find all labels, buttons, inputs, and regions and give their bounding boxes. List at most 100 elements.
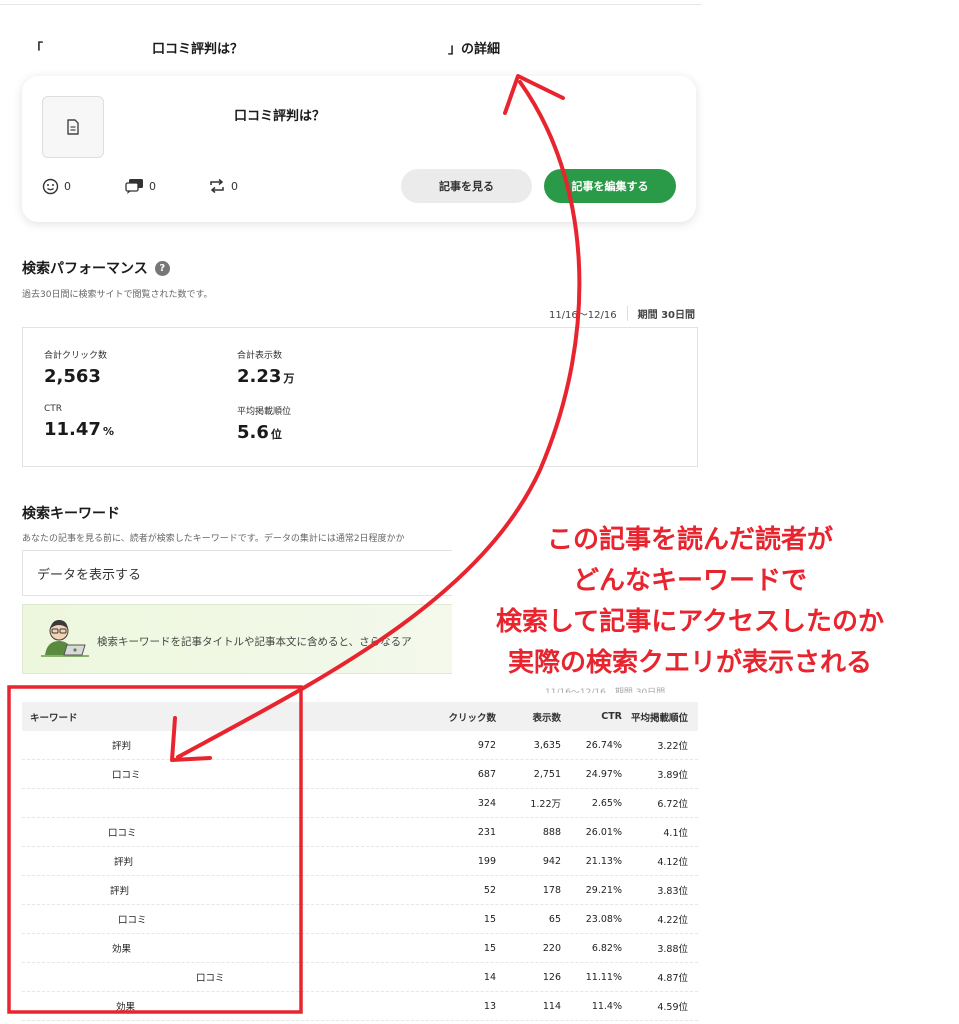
repost-count: 0 — [208, 178, 238, 194]
article-card: 口コミ評判は？ 0 0 0 記事を見る 記事を編集する — [22, 76, 696, 222]
row-rank: 3.89位 — [657, 770, 688, 781]
table-row: 口コミ 15 65 23.08% 4.22位 — [22, 905, 698, 934]
document-icon — [67, 119, 79, 135]
row-impressions: 126 — [542, 971, 561, 983]
page-title: 「 口コミ評判は？ 」の詳細 — [30, 38, 710, 58]
row-rank: 3.22位 — [657, 741, 688, 752]
performance-subtitle: 過去30日間に検索サイトで閲覧された数です。 — [22, 290, 213, 300]
annotation-line: 実際の検索クエリが表示される — [507, 648, 872, 678]
column-rank[interactable]: 平均掲載順位 — [622, 710, 698, 724]
mascot-illustration — [41, 620, 89, 657]
column-ctr[interactable]: CTR — [561, 711, 622, 722]
metric-label: CTR — [44, 404, 63, 414]
row-ctr: 24.97% — [585, 768, 622, 780]
keyword-table: キーワード クリック数 表示数 CTR 平均掲載順位 評判 972 3,635 … — [22, 702, 698, 1021]
row-clicks: 231 — [477, 826, 496, 838]
table-row: 口コミ 231 888 26.01% 4.1位 — [22, 818, 698, 847]
period-range: 11/16〜12/16 — [548, 310, 617, 321]
like-count-value: 0 — [64, 180, 71, 193]
comment-count: 0 — [125, 178, 156, 194]
repost-count-value: 0 — [231, 179, 238, 193]
title-suffix: 」の詳細 — [448, 42, 501, 57]
row-keyword: 口コミ — [196, 973, 225, 984]
table-row: 評判 52 178 29.21% 3.83位 — [22, 876, 698, 905]
edit-article-button[interactable]: 記事を編集する — [544, 169, 676, 203]
table-row: 効果 15 220 6.82% 3.88位 — [22, 934, 698, 963]
metric-value: 5.6 位 — [237, 422, 282, 443]
article-thumbnail — [42, 96, 104, 158]
row-keyword: 評判 — [114, 857, 134, 868]
row-impressions: 65 — [548, 913, 561, 925]
row-impressions: 942 — [542, 855, 561, 867]
row-impressions: 2,751 — [533, 768, 561, 780]
metric-average-rank: 平均掲載順位 5.6 位 — [237, 404, 291, 443]
row-clicks: 14 — [483, 971, 496, 983]
row-rank: 4.22位 — [657, 915, 688, 926]
metric-value: 2.23 万 — [237, 366, 295, 387]
row-keyword: 口コミ — [118, 915, 147, 926]
row-clicks: 199 — [477, 855, 496, 867]
row-ctr: 23.08% — [585, 913, 622, 925]
row-impressions: 178 — [542, 884, 561, 896]
show-data-toggle[interactable]: データを表示する — [22, 550, 452, 596]
row-clicks: 52 — [483, 884, 496, 896]
row-clicks: 324 — [477, 797, 496, 809]
metric-ctr: CTR 11.47% — [44, 404, 114, 440]
column-clicks[interactable]: クリック数 — [426, 710, 496, 724]
metric-value: 11.47% — [44, 419, 114, 440]
metric-label: 平均掲載順位 — [237, 407, 292, 417]
annotation-line: どんなキーワードで — [572, 566, 807, 596]
row-keyword: 効果 — [116, 1002, 136, 1013]
table-period: 11/16〜12/16 期間 30日間 — [545, 688, 666, 693]
row-keyword: 効果 — [112, 944, 132, 955]
row-rank: 3.88位 — [657, 944, 688, 955]
table-row: 評判 199 942 21.13% 4.12位 — [22, 847, 698, 876]
row-keyword: 評判 — [110, 886, 130, 897]
view-article-button[interactable]: 記事を見る — [401, 169, 532, 203]
row-clicks: 13 — [483, 1000, 496, 1012]
row-ctr: 26.74% — [585, 739, 622, 751]
keywords-title: 検索キーワード — [22, 503, 120, 523]
performance-title-text: 検索パフォーマンス — [22, 261, 148, 277]
row-rank: 3.83位 — [657, 886, 688, 897]
period-length[interactable]: 期間 30日間 — [626, 306, 695, 321]
top-divider — [0, 4, 702, 5]
keyword-tip-banner: 検索キーワードを記事タイトルや記事本文に含めると、さらなるア — [22, 604, 452, 674]
performance-metrics: 合計クリック数 2,563 合計表示数 2.23 万 CTR 11.47% 平均掲… — [22, 327, 698, 467]
row-ctr: 11.4% — [591, 1000, 622, 1012]
row-impressions: 3,635 — [533, 739, 561, 751]
row-clicks: 687 — [477, 768, 496, 780]
row-rank: 4.59位 — [657, 1002, 688, 1013]
keywords-subtitle: あなたの記事を見る前に、読者が検索したキーワードです。データの集計には通常2日程… — [22, 534, 405, 544]
table-row: 口コミ 14 126 11.11% 4.87位 — [22, 963, 698, 992]
column-impressions[interactable]: 表示数 — [496, 710, 561, 724]
column-keyword[interactable]: キーワード — [30, 710, 78, 724]
row-ctr: 29.21% — [585, 884, 622, 896]
table-row: 評判 972 3,635 26.74% 3.22位 — [22, 731, 698, 760]
table-row: 324 1.22万 2.65% 6.72位 — [22, 789, 698, 818]
annotation-text: この記事を読んだ読者が どんなキーワードで 検索して記事にアクセスしたのか 実際… — [440, 520, 940, 684]
row-impressions: 220 — [542, 942, 561, 954]
row-rank: 4.87位 — [657, 973, 688, 984]
comment-icon — [125, 179, 143, 194]
annotation-line: 検索して記事にアクセスしたのか — [496, 607, 884, 637]
title-open-bracket: 「 — [30, 42, 44, 57]
table-header: キーワード クリック数 表示数 CTR 平均掲載順位 — [22, 702, 698, 731]
metric-value: 2,563 — [44, 366, 101, 387]
keywords-title-text: 検索キーワード — [22, 506, 120, 522]
row-keyword: 口コミ — [112, 770, 141, 781]
annotation-line: この記事を読んだ読者が — [546, 525, 833, 555]
row-ctr: 6.82% — [591, 942, 622, 954]
title-article-name: 口コミ評判は？ — [152, 42, 244, 57]
row-ctr: 2.65% — [591, 797, 622, 809]
row-rank: 4.12位 — [657, 857, 688, 868]
tip-text: 検索キーワードを記事タイトルや記事本文に含めると、さらなるア — [97, 636, 412, 648]
row-clicks: 15 — [483, 913, 496, 925]
row-keyword: 評判 — [112, 741, 132, 752]
row-clicks: 15 — [483, 942, 496, 954]
smile-icon — [42, 178, 59, 195]
row-impressions: 114 — [542, 1000, 561, 1012]
help-icon[interactable]: ? — [154, 260, 170, 276]
row-rank: 6.72位 — [657, 799, 688, 810]
article-title: 口コミ評判は？ — [234, 109, 326, 124]
